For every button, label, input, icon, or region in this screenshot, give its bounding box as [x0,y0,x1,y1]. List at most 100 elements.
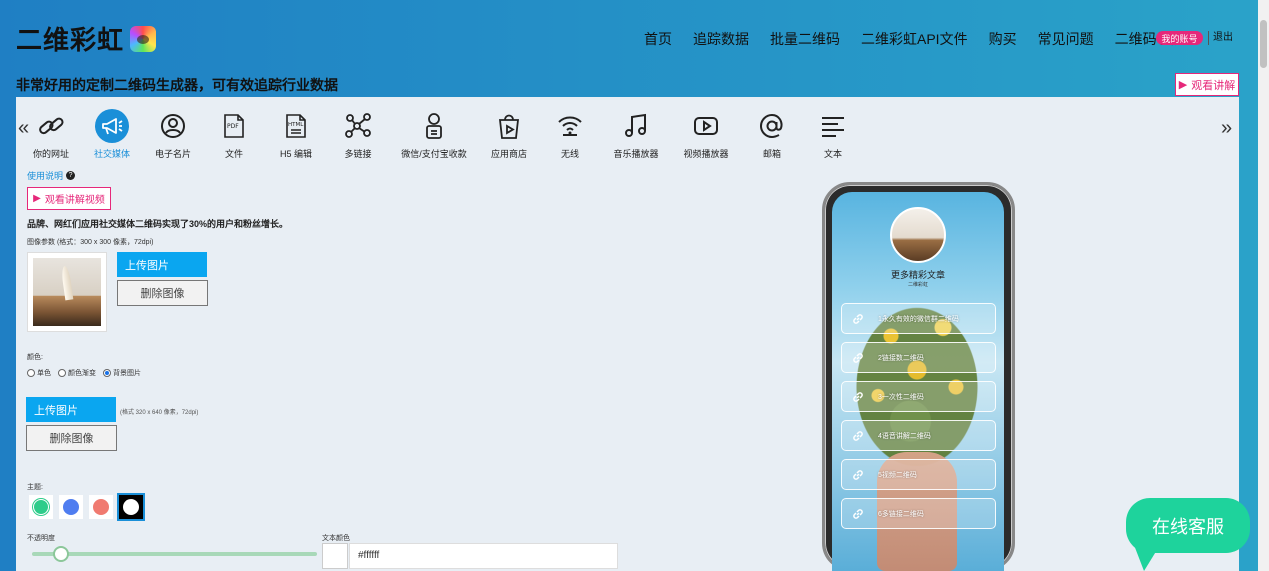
megaphone-icon [95,109,129,143]
tool-app-store[interactable]: 应用商店 [474,109,544,160]
preview-link-label: 6多链接二维码 [878,510,924,518]
radio-label: 背景图片 [113,370,141,377]
book-image [33,258,101,326]
page-scrollbar[interactable] [1258,0,1269,571]
nav-item-tracking[interactable]: 追踪数据 [693,29,749,49]
tool-label: 音乐播放器 [613,149,659,159]
theme-swatch-coral[interactable] [89,495,113,519]
tool-label: 视频播放器 [683,149,729,159]
preview-link-button[interactable]: 5视频二维码 [841,459,996,490]
payment-icon [417,109,451,143]
upload-background-button[interactable]: 上传图片 [26,397,116,422]
nav-item-buy[interactable]: 购买 [989,29,1017,49]
generator-panel: « » 你的网址 社交媒体 电子名片 PDF 文件 HTML H5 编辑 多链接… [16,97,1239,571]
opacity-slider-handle[interactable] [53,546,69,562]
html-icon: HTML [279,109,313,143]
watch-explanation-button[interactable]: ▶ 观看讲解 [1175,73,1239,96]
nav-item-api[interactable]: 二维彩虹API文件 [861,29,968,49]
tool-multi-link[interactable]: 多链接 [323,109,393,160]
preview-link-label: 2链接数二维码 [878,354,924,362]
tools-next-arrow[interactable]: » [1221,117,1232,140]
brand-name: 二维彩虹 [16,25,125,55]
nav-item-faq[interactable]: 常见问题 [1038,29,1094,49]
tool-email[interactable]: 邮箱 [737,109,807,160]
preview-link-button[interactable]: 6多链接二维码 [841,498,996,529]
wifi-icon [553,109,587,143]
link-icon [852,508,866,520]
tool-label: 应用商店 [490,149,527,159]
logout-link[interactable]: 退出 [1208,31,1233,45]
preview-subtitle: 二维彩虹 [907,282,928,288]
radio-circle[interactable] [58,369,66,377]
preview-link-button[interactable]: 3一次性二维码 [841,381,996,412]
text-color-input[interactable]: #ffffff [349,543,618,569]
opacity-slider-track[interactable] [32,552,317,556]
tool-label: 邮箱 [762,149,781,159]
background-format-note: (格式 320 x 640 像素，72dpi) [120,410,199,416]
link-icon [852,313,866,325]
tool-payment[interactable]: 微信/支付宝收款 [398,109,470,160]
online-support-button[interactable]: 在线客服 [1126,498,1250,553]
preview-link-button[interactable]: 1永久有效的微信群二维码 [841,303,996,334]
radio-background-image[interactable]: 背景图片 [103,368,141,378]
delete-image-button[interactable]: 删除图像 [117,280,208,306]
tool-label: 文本 [823,149,842,159]
tool-url[interactable]: 你的网址 [16,109,86,160]
text-color-picker[interactable] [322,543,348,569]
radio-solid-color[interactable]: 单色 [27,368,51,378]
rainbow-bear-icon [130,25,157,52]
watch-video-label: 观看讲解视频 [44,195,105,206]
link-icon [852,391,866,403]
delete-background-button[interactable]: 删除图像 [26,425,117,451]
tool-label: 电子名片 [154,149,191,159]
tool-file[interactable]: PDF 文件 [199,109,269,160]
tool-label: 微信/支付宝收款 [401,149,467,159]
preview-link-button[interactable]: 2链接数二维码 [841,342,996,373]
user-circle-icon [156,109,190,143]
theme-swatch-white-selected[interactable] [117,493,145,521]
color-label: 颜色: [27,354,43,361]
radio-circle[interactable] [27,369,35,377]
tool-h5-editor[interactable]: HTML H5 编辑 [261,109,331,160]
app-store-icon [492,109,526,143]
link-icon [34,109,68,143]
text-color-label: 文本颜色 [322,535,350,542]
svg-text:PDF: PDF [227,123,239,130]
preview-link-label: 5视频二维码 [878,471,917,479]
play-icon: ▶ [33,193,41,204]
music-icon [619,109,653,143]
text-icon [816,109,850,143]
profile-image-thumbnail [27,252,107,332]
tool-music-player[interactable]: 音乐播放器 [601,109,671,160]
preview-link-label: 4语音讲解二维码 [878,432,931,440]
tool-label: 社交媒体 [93,149,130,159]
preview-link-button[interactable]: 4语音讲解二维码 [841,420,996,451]
link-icon [852,352,866,364]
opacity-label: 不透明度 [27,535,55,542]
svg-text:HTML: HTML [288,122,304,128]
tool-vcard[interactable]: 电子名片 [138,109,208,160]
tool-label: 无线 [560,149,579,159]
radio-gradient[interactable]: 颜色渐变 [58,368,96,378]
upload-image-button[interactable]: 上传图片 [117,252,207,277]
nav-item-batch[interactable]: 批量二维码 [770,29,840,49]
watch-video-button[interactable]: ▶ 观看讲解视频 [27,187,111,210]
tool-text[interactable]: 文本 [798,109,868,160]
tool-video-player[interactable]: 视频播放器 [671,109,741,160]
theme-color-dot [93,499,109,515]
theme-color-dot [123,499,139,515]
usage-help-link[interactable]: 使用说明 ? [27,169,76,182]
my-account-button[interactable]: 我的账号 [1156,31,1203,45]
radio-label: 颜色渐变 [68,370,96,377]
theme-swatch-green[interactable] [29,495,53,519]
nav-item-home[interactable]: 首页 [644,29,672,49]
site-logo[interactable]: 二维彩虹 [16,20,157,57]
radio-circle-selected[interactable] [103,369,111,377]
link-icon [852,469,866,481]
theme-color-dot [63,499,79,515]
tool-social-media[interactable]: 社交媒体 [77,109,147,160]
tool-label: H5 编辑 [279,149,312,159]
scrollbar-thumb[interactable] [1260,20,1267,68]
tool-wifi[interactable]: 无线 [535,109,605,160]
theme-swatch-blue[interactable] [59,495,83,519]
